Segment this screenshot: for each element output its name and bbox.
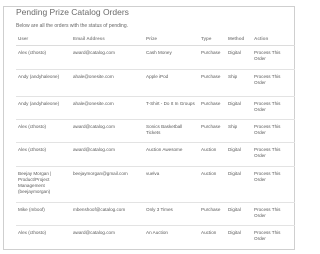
email-cell: beejaymorgan@gmail.com <box>71 166 144 203</box>
user-link[interactable]: Andy (andyhaleone) <box>16 69 71 97</box>
prize-cell: Apple iPod <box>144 69 199 97</box>
process-order-link[interactable]: Process This Order <box>252 202 295 226</box>
table-row: Andy (andyhaleone) ahale@onesite.com T-S… <box>16 96 295 120</box>
type-cell: Auction <box>199 166 226 203</box>
type-cell: Purchase <box>199 96 226 120</box>
user-link[interactable]: Alex (cthosto) <box>16 225 71 248</box>
prize-cell: Cash Money <box>146 50 172 55</box>
table-row: Alex (cthosto) award@catalog.com Cash Mo… <box>16 46 295 70</box>
method-cell: Ship <box>226 69 252 97</box>
pending-orders-panel: Pending Prize Catalog Orders Below are a… <box>3 6 295 250</box>
user-link[interactable]: Alex (cthosto) <box>16 142 71 167</box>
email-cell: ahale@onesite.com <box>71 96 144 120</box>
user-link[interactable]: Beejay Morgan | Product/Project Manageme… <box>16 166 71 203</box>
column-header-action: Action <box>252 36 295 46</box>
method-cell: Digital <box>226 142 252 167</box>
method-cell: Digital <box>226 225 252 248</box>
method-cell: Digital <box>226 166 252 203</box>
panel-description: Below are all the orders with the status… <box>16 23 129 29</box>
email-cell: mbenshoof@catalog.com <box>71 202 144 226</box>
method-cell: Digital <box>228 50 241 55</box>
prize-cell: Sonics Basketball Tickets <box>144 119 199 143</box>
user-link[interactable]: Mike (mboof) <box>16 202 71 226</box>
type-cell: Auction <box>199 142 226 167</box>
process-order-link[interactable]: Process This Order <box>252 166 295 203</box>
column-header-prize: Prize <box>144 36 199 46</box>
panel-title: Pending Prize Catalog Orders <box>14 7 131 18</box>
user-link[interactable]: Alex (cthosto) <box>16 119 71 143</box>
table-row: Andy (andyhaleone) ahale@onesite.com App… <box>16 69 295 97</box>
column-header-email: Email Address <box>71 36 144 46</box>
table-row: Mike (mboof) mbenshoof@catalog.com Only … <box>16 202 295 226</box>
prize-cell: Auction Awesome <box>144 142 199 167</box>
orders-table: User Email Address Prize Type Method Act… <box>16 36 295 248</box>
column-header-method: Method <box>226 36 252 46</box>
page: Pending Prize Catalog Orders Below are a… <box>0 0 300 254</box>
process-order-link[interactable]: Process This Order <box>252 225 295 248</box>
prize-cell: An Auction <box>144 225 199 248</box>
type-cell: Purchase <box>199 119 226 143</box>
prize-cell: Only 3 Times <box>144 202 199 226</box>
type-cell: Auction <box>199 225 226 248</box>
email-cell: award@catalog.com <box>71 142 144 167</box>
method-cell: Digital <box>226 96 252 120</box>
method-cell: Ship <box>226 119 252 143</box>
table-header-row: User Email Address Prize Type Method Act… <box>16 36 295 46</box>
user-link[interactable]: Andy (andyhaleone) <box>16 96 71 120</box>
process-order-link[interactable]: Process This Order <box>252 46 295 70</box>
type-cell: Purchase <box>199 202 226 226</box>
email-cell: award@catalog.com <box>71 119 144 143</box>
table-row: Alex (cthosto) award@catalog.com Auction… <box>16 142 295 167</box>
email-cell: award@catalog.com <box>71 225 144 248</box>
type-cell: Purchase <box>201 50 221 55</box>
column-header-type: Type <box>199 36 226 46</box>
column-header-user: User <box>16 36 71 46</box>
email-cell: ahale@onesite.com <box>71 69 144 97</box>
process-order-link[interactable]: Process This Order <box>252 142 295 167</box>
process-order-link[interactable]: Process This Order <box>252 69 295 97</box>
email-cell: award@catalog.com <box>73 50 115 55</box>
method-cell: Digital <box>226 202 252 226</box>
table-row: Beejay Morgan | Product/Project Manageme… <box>16 166 295 203</box>
table-row: Alex (cthosto) award@catalog.com An Auct… <box>16 225 295 248</box>
type-cell: Purchase <box>199 69 226 97</box>
user-link[interactable]: Alex (cthosto) <box>16 46 71 70</box>
process-order-link[interactable]: Process This Order <box>252 96 295 120</box>
prize-cell: T-Shirt - Do It In Groups <box>144 96 199 120</box>
process-order-link[interactable]: Process This Order <box>252 119 295 143</box>
table-row: Alex (cthosto) award@catalog.com Sonics … <box>16 119 295 143</box>
prize-cell: vuelva <box>144 166 199 203</box>
